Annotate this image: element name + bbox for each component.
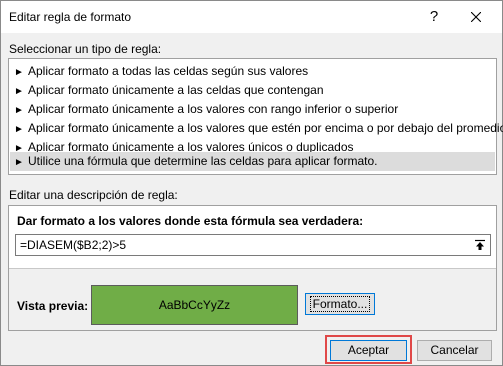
rule-item-cells-containing[interactable]: ► Aplicar formato únicamente a las celdas… (10, 81, 495, 100)
rule-item-label: Aplicar formato únicamente a los valores… (28, 121, 503, 135)
format-button-label: Formato... (309, 296, 371, 312)
rule-item-label: Aplicar formato únicamente a las celdas … (28, 83, 324, 97)
close-icon (470, 11, 482, 23)
rule-item-above-below-average[interactable]: ► Aplicar formato únicamente a los valore… (10, 119, 503, 138)
cancel-button[interactable]: Cancelar (417, 340, 492, 361)
rule-item-label: Aplicar formato a todas las celdas según… (28, 64, 309, 78)
format-preview: AaBbCcYyZz (91, 285, 298, 325)
rule-description-label: Editar una descripción de regla: (9, 188, 178, 202)
collapse-dialog-button[interactable] (470, 235, 490, 255)
preview-label: Vista previa: (17, 299, 89, 313)
arrow-icon: ► (14, 157, 24, 168)
format-button[interactable]: Formato... (305, 293, 375, 315)
collapse-dialog-icon (475, 239, 485, 250)
help-button[interactable]: ? (419, 4, 449, 30)
arrow-icon: ► (14, 124, 24, 135)
formula-value: =DIASEM($B2;2)>5 (20, 238, 127, 252)
edit-format-rule-dialog: Editar regla de formato ? Seleccionar un… (0, 0, 503, 366)
rule-item-top-bottom[interactable]: ► Aplicar formato únicamente a los valore… (10, 100, 495, 119)
close-button[interactable] (457, 4, 495, 30)
arrow-icon: ► (14, 105, 24, 116)
ok-button[interactable]: Aceptar (330, 340, 407, 361)
window-title: Editar regla de formato (9, 10, 132, 24)
title-bar: Editar regla de formato ? (1, 1, 502, 33)
formula-section: Dar formato a los valores donde esta fór… (9, 206, 496, 269)
formula-heading: Dar formato a los valores donde esta fór… (17, 214, 364, 228)
arrow-icon: ► (14, 86, 24, 97)
rule-description-panel: Dar formato a los valores donde esta fór… (8, 205, 497, 331)
rule-type-label: Seleccionar un tipo de regla: (9, 42, 162, 56)
rule-item-label: Aplicar formato únicamente a los valores… (28, 102, 399, 116)
rule-item-label: Utilice una fórmula que determine las ce… (28, 154, 378, 168)
rule-item-use-formula[interactable]: ► Utilice una fórmula que determine las c… (10, 152, 495, 171)
rule-item-all-cells[interactable]: ► Aplicar formato a todas las celdas segú… (10, 62, 495, 81)
rule-type-list[interactable]: ► Aplicar formato a todas las celdas segú… (8, 58, 503, 175)
formula-input[interactable]: =DIASEM($B2;2)>5 (15, 234, 491, 256)
arrow-icon: ► (14, 67, 24, 78)
